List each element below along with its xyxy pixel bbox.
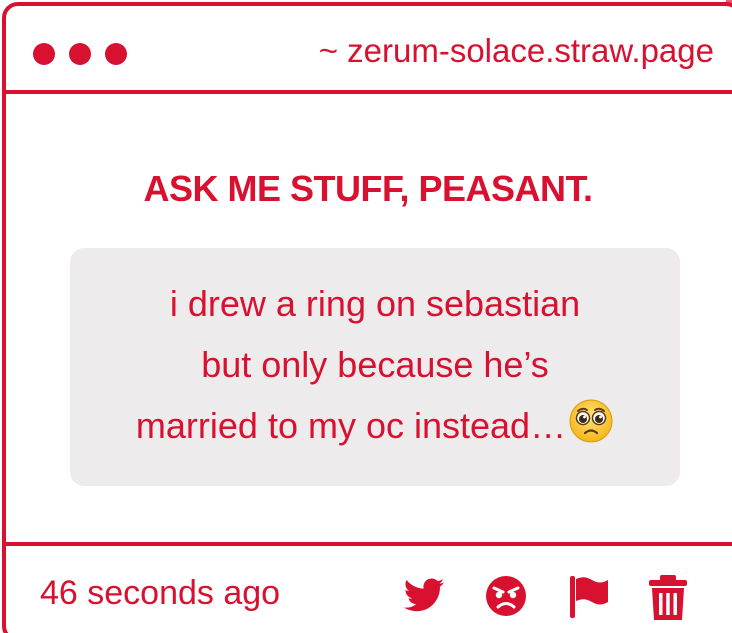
flag-icon[interactable] [568, 574, 612, 618]
pleading-face-icon [568, 398, 614, 462]
question-line-2: but only because he’s [201, 343, 549, 385]
timestamp: 46 seconds ago [40, 574, 281, 612]
card-footer: 46 seconds ago [6, 542, 732, 633]
window-dot-1 [33, 43, 55, 65]
question-box: i drew a ring on sebastian but only beca… [70, 248, 680, 486]
angry-face-icon[interactable] [484, 574, 528, 618]
window-titlebar: ~ zerum-solace.straw.page [6, 6, 732, 94]
window-dot-2 [69, 43, 91, 65]
window-dot-3 [105, 43, 127, 65]
twitter-icon[interactable] [402, 574, 446, 618]
question-line-1: i drew a ring on sebastian [169, 282, 581, 324]
question-line-3: married to my oc instead… [135, 404, 567, 446]
trash-icon[interactable] [646, 574, 690, 620]
question-text: i drew a ring on sebastian but only beca… [136, 273, 614, 462]
page-title: ASK ME STUFF, PEASANT. [143, 168, 593, 209]
ask-card: ~ zerum-solace.straw.page ASK ME STUFF, … [2, 2, 732, 633]
page-url: ~ zerum-solace.straw.page [318, 32, 714, 69]
